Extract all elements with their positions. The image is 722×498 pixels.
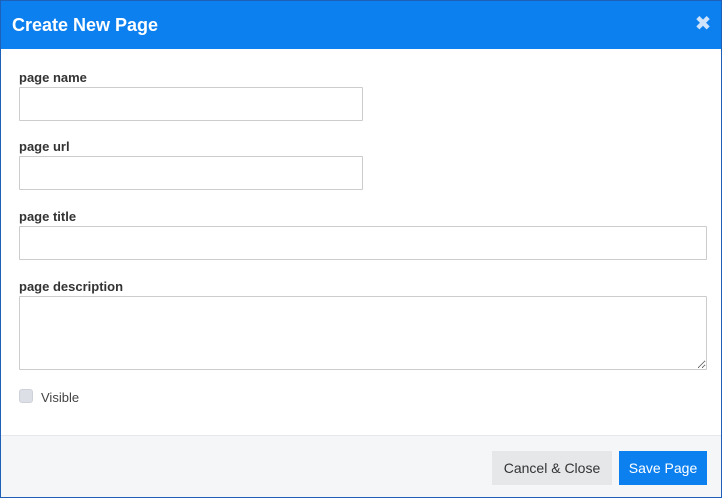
close-icon[interactable]: ✖: [694, 13, 712, 35]
create-page-dialog: Create New Page ✖ page name page url pag…: [0, 0, 722, 498]
visible-checkbox-label: Visible: [41, 390, 80, 405]
cancel-close-button[interactable]: Cancel & Close: [492, 451, 612, 485]
page-name-input[interactable]: [19, 87, 363, 121]
page-description-textarea[interactable]: [19, 296, 707, 370]
dialog-title: Create New Page: [12, 15, 159, 35]
page-description-label: page description: [19, 279, 124, 294]
dialog-header: Create New Page ✖: [1, 1, 721, 49]
save-page-button[interactable]: Save Page: [619, 451, 707, 485]
dialog-footer: Cancel & Close Save Page: [1, 435, 721, 497]
page-name-label: page name: [19, 70, 87, 85]
page-title-label: page title: [19, 209, 77, 224]
page-url-label: page url: [19, 139, 70, 154]
page-title-input[interactable]: [19, 226, 707, 260]
visible-checkbox[interactable]: [19, 389, 33, 403]
page-url-input[interactable]: [19, 156, 363, 190]
